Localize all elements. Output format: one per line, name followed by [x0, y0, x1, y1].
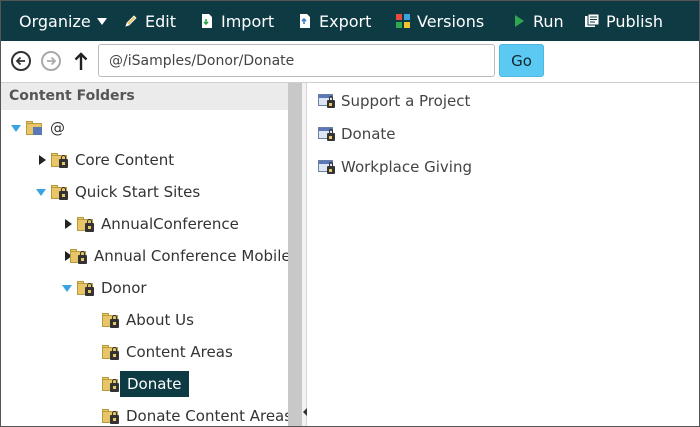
tree-item-label: Quick Start Sites [75, 183, 201, 201]
play-icon [511, 13, 527, 29]
tree-item-content-areas[interactable]: Content Areas [102, 338, 233, 366]
publish-button[interactable]: Publish [584, 1, 663, 41]
go-label: Go [511, 51, 532, 70]
versions-button[interactable]: Versions [395, 1, 484, 41]
versions-label: Versions [417, 11, 485, 31]
arrow-right-icon [47, 56, 57, 66]
tree-item-label: AnnualConference [101, 215, 239, 233]
tree-item-donor[interactable]: Donor [62, 274, 147, 302]
tree-item-annual-conference-mobile[interactable]: Annual Conference Mobile [62, 242, 288, 270]
page-item-label: Workplace Giving [341, 158, 472, 176]
page-item-donate[interactable]: Donate [318, 120, 396, 148]
content-list-pane: Support a Project Donate Workplace Givin… [308, 83, 699, 426]
tree-item-quick-start-sites[interactable]: Quick Start Sites [36, 178, 200, 206]
tree-scrollbar[interactable] [288, 83, 302, 426]
cms-window: Organize Edit Import Export Versions Run… [0, 0, 700, 427]
main-toolbar: Organize Edit Import Export Versions Run… [1, 1, 699, 41]
up-button[interactable] [73, 50, 89, 72]
go-button[interactable]: Go [499, 44, 544, 77]
locked-folder-icon [70, 248, 88, 265]
tree-item-label: About Us [126, 311, 194, 329]
import-button[interactable]: Import [199, 1, 274, 41]
pane-splitter[interactable] [288, 83, 307, 426]
chevron-down-icon [96, 17, 107, 25]
page-item-support-a-project[interactable]: Support a Project [318, 87, 470, 115]
tree-item-label: Core Content [75, 151, 175, 169]
pencil-icon [123, 13, 139, 29]
export-button[interactable]: Export [297, 1, 371, 41]
locked-folder-icon [102, 408, 120, 425]
run-button[interactable]: Run [511, 1, 564, 41]
tree-item-label: Donate Content Areas [126, 407, 288, 425]
expand-toggle-icon[interactable] [11, 122, 23, 134]
page-item-workplace-giving[interactable]: Workplace Giving [318, 153, 472, 181]
page-item-label: Donate [341, 125, 396, 143]
arrow-up-icon [74, 52, 88, 70]
export-icon [297, 13, 313, 29]
tree-item-about-us[interactable]: About Us [102, 306, 194, 334]
import-icon [199, 13, 215, 29]
locked-folder-icon [77, 216, 95, 233]
organize-label: Organize [19, 11, 91, 31]
import-label: Import [221, 11, 275, 31]
locked-folder-icon [102, 312, 120, 329]
locked-page-icon [318, 93, 336, 109]
arrow-left-icon [15, 56, 25, 66]
publish-icon [584, 13, 600, 29]
forward-button[interactable] [41, 51, 61, 71]
site-root-icon [26, 120, 44, 137]
tree-item-label: Donor [101, 279, 147, 297]
locked-folder-icon [77, 280, 95, 297]
locked-folder-icon [51, 184, 69, 201]
organize-menu-button[interactable]: Organize [19, 1, 107, 41]
expand-toggle-icon[interactable] [62, 282, 74, 294]
versions-icon [395, 13, 411, 29]
tree-item-annualconference[interactable]: AnnualConference [62, 210, 239, 238]
collapse-toggle-icon[interactable] [62, 218, 74, 230]
run-label: Run [533, 11, 564, 31]
tree-item-donate[interactable]: Donate [102, 370, 189, 398]
path-input[interactable] [98, 44, 495, 77]
tree-item-core-content[interactable]: Core Content [36, 146, 174, 174]
address-bar: Go [1, 41, 699, 83]
tree-item-donate-content-areas[interactable]: Donate Content Areas [102, 402, 288, 426]
tree-item-label: @ [50, 119, 65, 137]
locked-folder-icon [102, 376, 120, 393]
tree-item-root[interactable]: @ [11, 114, 65, 142]
export-label: Export [319, 11, 372, 31]
back-button[interactable] [11, 51, 31, 71]
collapse-pane-icon[interactable] [303, 408, 307, 416]
page-item-label: Support a Project [341, 92, 471, 110]
locked-folder-icon [51, 152, 69, 169]
edit-label: Edit [145, 11, 176, 31]
content-folders-pane: Content Folders @ Core Content Quick Sta… [1, 83, 288, 426]
collapse-toggle-icon[interactable] [36, 154, 48, 166]
expand-toggle-icon[interactable] [36, 186, 48, 198]
locked-page-icon [318, 159, 336, 175]
tree-item-label-selected: Donate [120, 371, 189, 397]
locked-page-icon [318, 126, 336, 142]
pane-header: Content Folders [1, 83, 288, 110]
tree-item-label: Annual Conference Mobile [94, 247, 288, 265]
publish-label: Publish [606, 11, 664, 31]
locked-folder-icon [102, 344, 120, 361]
tree-item-label: Content Areas [126, 343, 233, 361]
edit-button[interactable]: Edit [123, 1, 176, 41]
